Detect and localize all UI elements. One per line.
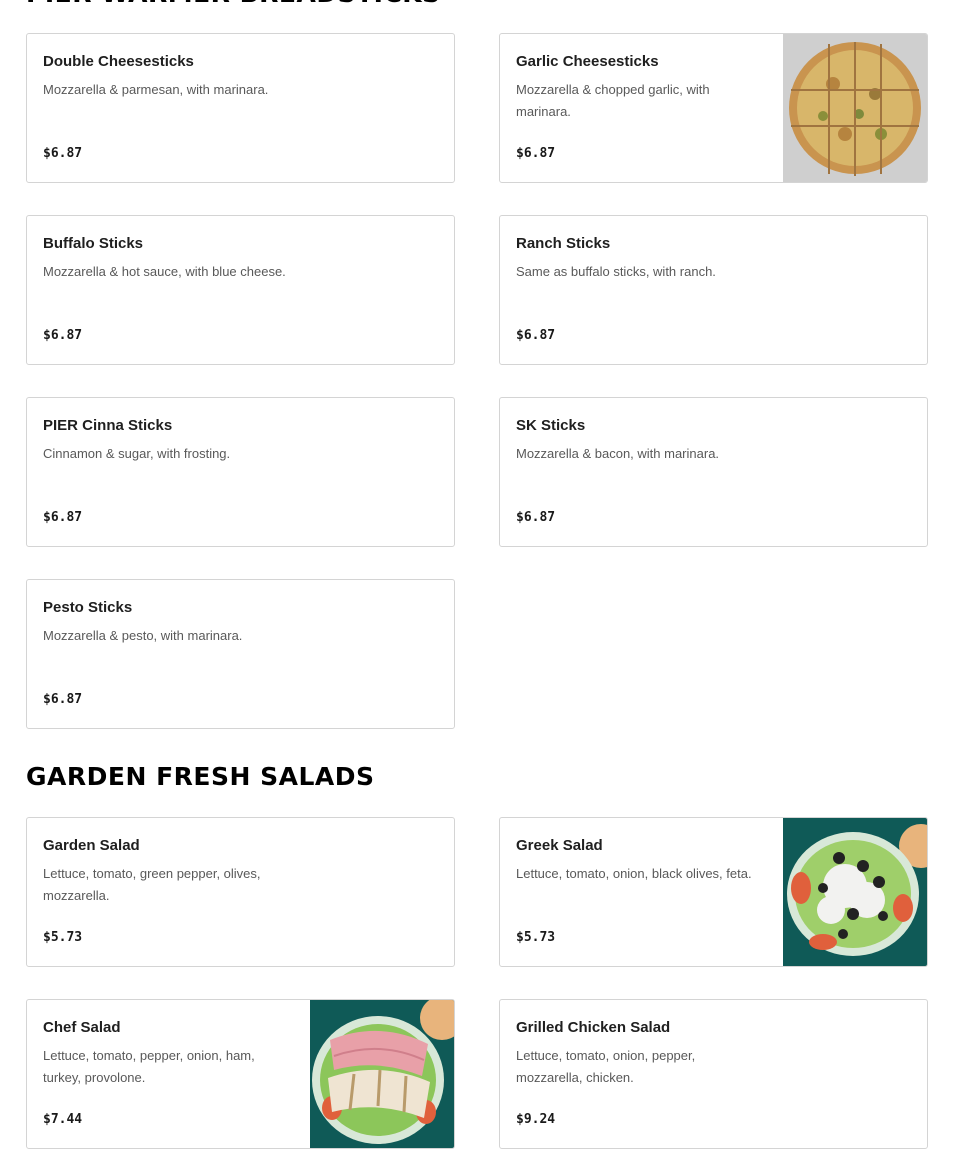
chef-salad-photo bbox=[310, 1000, 454, 1148]
item-price: $5.73 bbox=[43, 930, 83, 945]
item-name: Ranch Sticks bbox=[516, 235, 611, 252]
garlic-cheesesticks-photo bbox=[783, 34, 927, 182]
item-price: $6.87 bbox=[516, 510, 556, 525]
item-name: Garden Salad bbox=[43, 837, 140, 854]
menu-item-ranch-sticks[interactable]: Ranch Sticks Same as buffalo sticks, wit… bbox=[499, 215, 928, 365]
item-name: PIER Cinna Sticks bbox=[43, 417, 173, 434]
item-description: Lettuce, tomato, onion, pepper, mozzarel… bbox=[516, 1048, 696, 1085]
item-name: Buffalo Sticks bbox=[43, 235, 144, 252]
item-description: Mozzarella & bacon, with marinara. bbox=[516, 446, 720, 461]
item-description: Same as buffalo sticks, with ranch. bbox=[516, 264, 716, 279]
section-title-salads: GARDEN FRESH SALADS bbox=[26, 762, 375, 791]
item-description: Mozzarella & chopped garlic, with marina… bbox=[516, 82, 710, 119]
item-name: Double Cheesesticks bbox=[43, 53, 194, 70]
item-description: Mozzarella & pesto, with marinara. bbox=[43, 628, 243, 643]
menu-item-grilled-chicken-salad[interactable]: Grilled Chicken Salad Lettuce, tomato, o… bbox=[499, 999, 928, 1149]
menu-item-garlic-cheesesticks[interactable]: Garlic Cheesesticks Mozzarella & chopped… bbox=[499, 33, 928, 183]
menu-item-greek-salad[interactable]: Greek Salad Lettuce, tomato, onion, blac… bbox=[499, 817, 928, 967]
item-name: Greek Salad bbox=[516, 837, 603, 854]
menu-item-pier-cinna-sticks[interactable]: PIER Cinna Sticks Cinnamon & sugar, with… bbox=[26, 397, 455, 547]
item-description: Cinnamon & sugar, with frosting. bbox=[43, 446, 231, 461]
menu-item-buffalo-sticks[interactable]: Buffalo Sticks Mozzarella & hot sauce, w… bbox=[26, 215, 455, 365]
item-price: $6.87 bbox=[43, 146, 83, 161]
greek-salad-photo bbox=[783, 818, 927, 966]
menu-item-sk-sticks[interactable]: SK Sticks Mozzarella & bacon, with marin… bbox=[499, 397, 928, 547]
item-name: Pesto Sticks bbox=[43, 599, 133, 616]
item-price: $6.87 bbox=[43, 510, 83, 525]
item-price: $9.24 bbox=[516, 1112, 556, 1127]
item-name: Chef Salad bbox=[43, 1019, 121, 1036]
item-price: $6.87 bbox=[516, 146, 556, 161]
item-description: Lettuce, tomato, pepper, onion, ham, tur… bbox=[43, 1048, 255, 1085]
item-price: $7.44 bbox=[43, 1112, 83, 1127]
item-description: Mozzarella & hot sauce, with blue cheese… bbox=[43, 264, 286, 279]
item-price: $5.73 bbox=[516, 930, 556, 945]
menu-item-chef-salad[interactable]: Chef Salad Lettuce, tomato, pepper, onio… bbox=[26, 999, 455, 1149]
item-name: SK Sticks bbox=[516, 417, 586, 434]
menu-item-pesto-sticks[interactable]: Pesto Sticks Mozzarella & pesto, with ma… bbox=[26, 579, 455, 729]
item-price: $6.87 bbox=[43, 328, 83, 343]
item-description: Lettuce, tomato, onion, black olives, fe… bbox=[516, 866, 752, 881]
item-price: $6.87 bbox=[43, 692, 83, 707]
item-description: Mozzarella & parmesan, with marinara. bbox=[43, 82, 269, 97]
item-name: Garlic Cheesesticks bbox=[516, 53, 659, 70]
menu-item-double-cheesesticks[interactable]: Double Cheesesticks Mozzarella & parmesa… bbox=[26, 33, 455, 183]
item-price: $6.87 bbox=[516, 328, 556, 343]
item-description: Lettuce, tomato, green pepper, olives, m… bbox=[43, 866, 261, 903]
section-title-breadsticks: PIER WARMER BREADSTICKS bbox=[26, 0, 441, 8]
menu-item-garden-salad[interactable]: Garden Salad Lettuce, tomato, green pepp… bbox=[26, 817, 455, 967]
item-name: Grilled Chicken Salad bbox=[516, 1019, 671, 1036]
